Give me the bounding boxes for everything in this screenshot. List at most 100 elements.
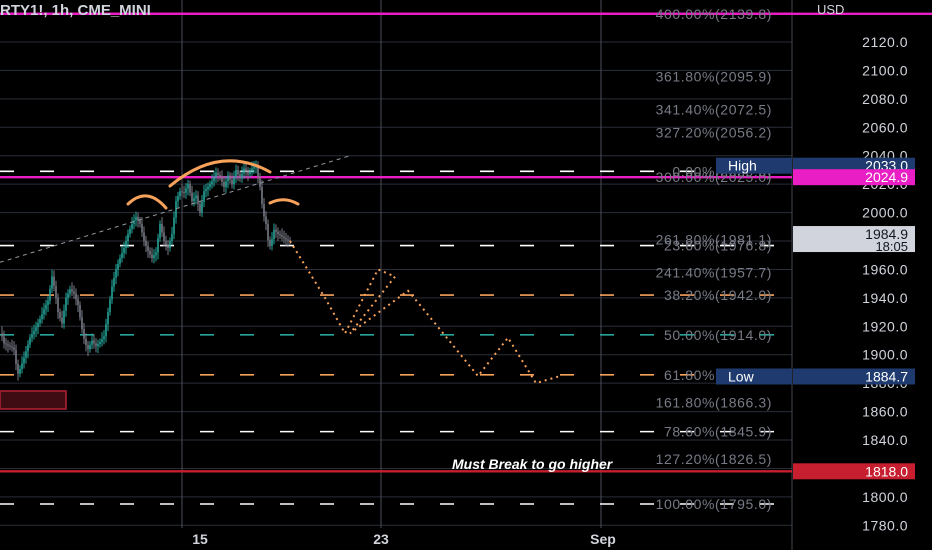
candle-body	[97, 344, 99, 347]
candle-body	[211, 181, 213, 185]
candle-body	[105, 324, 107, 337]
candle-body	[61, 317, 63, 324]
candle-body	[113, 277, 115, 287]
candle-body	[215, 172, 217, 178]
annotation-text: Must Break to go higher	[452, 456, 613, 472]
candle-body	[265, 216, 267, 224]
candle-body	[169, 241, 171, 249]
candle-body	[39, 319, 41, 324]
candle-body	[145, 241, 147, 246]
candle-body	[67, 293, 69, 298]
candle-body	[121, 253, 123, 259]
price-tick-label: 2060.0	[862, 119, 908, 135]
candle-body	[131, 223, 133, 229]
fib-label: 361.80%(2095.9)	[656, 68, 772, 84]
candle-body	[81, 317, 83, 330]
candle-body	[101, 339, 103, 342]
candle-body	[63, 310, 65, 324]
candle-body	[53, 276, 55, 287]
candle-body	[193, 198, 195, 202]
candle-body	[177, 196, 179, 202]
price-tick-label: 2080.0	[862, 91, 908, 107]
price-tag-name: Low	[728, 368, 755, 384]
candle-body	[77, 299, 79, 305]
candle-body	[277, 231, 279, 234]
candle-body	[281, 235, 283, 237]
candle-body	[21, 363, 23, 369]
candle-body	[153, 255, 155, 259]
candle-body	[203, 191, 205, 202]
price-tick-label: 1840.0	[862, 432, 908, 448]
candle-body	[59, 312, 61, 318]
candle-body	[201, 201, 203, 213]
price-tick-label: 2000.0	[862, 205, 908, 221]
candle-body	[165, 241, 167, 245]
currency-label: USD	[817, 2, 845, 17]
candle-body	[221, 177, 223, 183]
candle-body	[155, 252, 157, 256]
candle-body	[207, 186, 209, 190]
candle-body	[163, 232, 165, 242]
fib-label: 50.00%(1914.0)	[664, 327, 772, 343]
symbol-title: RTY1!, 1h, CME_MINI	[0, 2, 151, 19]
candle-body	[141, 223, 143, 233]
candle-body	[17, 363, 19, 374]
candle-body	[183, 191, 185, 193]
zone-box	[0, 390, 67, 410]
candle-body	[49, 288, 51, 301]
candle-body	[139, 220, 141, 224]
candle-body	[175, 201, 177, 218]
candle-body	[205, 189, 207, 192]
candle-body	[245, 168, 247, 172]
candle-body	[31, 334, 33, 338]
candle-body	[5, 343, 7, 345]
candle-body	[7, 344, 9, 346]
candle-body	[103, 336, 105, 340]
price-tick-label: 2120.0	[862, 34, 908, 50]
candle-body	[167, 244, 169, 249]
candle-body	[107, 312, 109, 325]
candle-body	[199, 204, 201, 213]
candle-body	[79, 304, 81, 318]
fib-label: 100.00%(1795.0)	[656, 496, 772, 512]
fib-label: 400.00%(2139.8)	[656, 6, 772, 22]
candle-body	[157, 238, 159, 253]
candle-body	[143, 232, 145, 242]
candle-body	[181, 191, 183, 193]
candle-body	[123, 248, 125, 254]
candle-body	[241, 173, 243, 179]
price-tag-value: 1884.7	[865, 368, 908, 384]
candle-body	[117, 263, 119, 270]
candle-body	[189, 184, 191, 193]
candle-body	[111, 286, 113, 300]
candle-body	[253, 167, 255, 169]
candle-body	[249, 171, 251, 175]
candle-body	[27, 344, 29, 352]
candle-body	[25, 351, 27, 358]
candle-body	[93, 340, 95, 344]
price-tick-label: 2100.0	[862, 62, 908, 78]
candle-body	[99, 341, 101, 345]
fib-label: 341.40%(2072.5)	[656, 102, 772, 118]
candle-body	[223, 182, 225, 187]
candle-body	[33, 330, 35, 335]
candle-body	[37, 323, 39, 328]
candle-body	[263, 204, 265, 217]
price-tick-label: 1860.0	[862, 404, 908, 420]
candle-body	[75, 293, 77, 300]
candle-body	[129, 228, 131, 234]
candle-body	[273, 229, 275, 240]
candle-body	[119, 258, 121, 264]
candle-body	[279, 233, 281, 236]
candle-body	[285, 238, 287, 240]
candle-body	[73, 291, 75, 294]
candle-body	[237, 169, 239, 175]
candle-body	[45, 304, 47, 310]
price-tick-label: 1780.0	[862, 517, 908, 533]
candle-body	[239, 174, 241, 179]
price-tick-label: 1960.0	[862, 261, 908, 277]
candle-body	[47, 300, 49, 305]
candle-body	[89, 344, 91, 350]
price-tag-value: 2024.9	[865, 169, 908, 185]
fib-label: 241.40%(1957.7)	[656, 265, 772, 281]
